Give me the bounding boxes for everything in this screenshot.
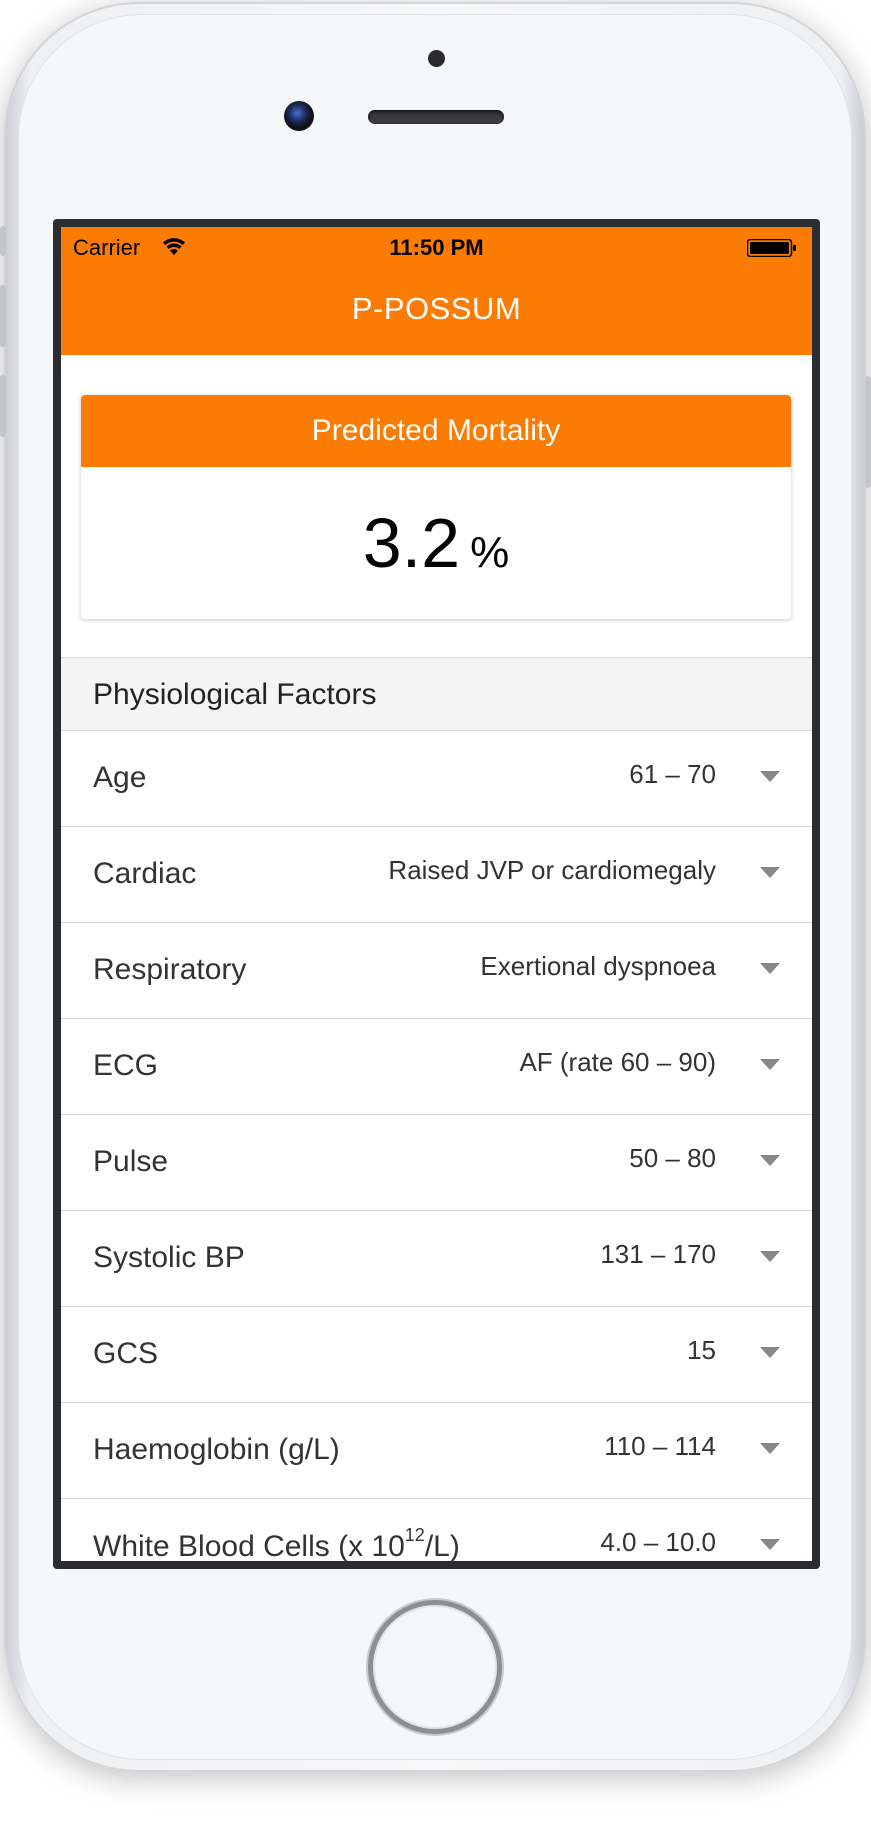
chevron-down-icon: [760, 1155, 780, 1166]
factor-value: Raised JVP or cardiomegaly: [388, 855, 716, 885]
factor-label-prefix: White Blood Cells (x 10: [93, 1530, 405, 1561]
factor-value: Exertional dyspnoea: [480, 951, 716, 981]
factor-row-ecg[interactable]: ECG AF (rate 60 – 90): [61, 1019, 812, 1115]
chevron-down-icon: [760, 1539, 780, 1550]
factor-value: AF (rate 60 – 90): [519, 1047, 716, 1077]
factor-label: Respiratory: [93, 953, 247, 986]
factor-row-cardiac[interactable]: Cardiac Raised JVP or cardiomegaly: [61, 827, 812, 923]
factor-label: GCS: [93, 1337, 159, 1370]
factor-label: Pulse: [93, 1145, 169, 1178]
factor-label: Haemoglobin (g/L): [93, 1433, 340, 1466]
home-button[interactable]: [368, 1600, 502, 1734]
factor-label: White Blood Cells (x 1012/L): [93, 1525, 460, 1561]
main-content[interactable]: Predicted Mortality 3.2% Physiological F…: [61, 355, 812, 1561]
factor-label: ECG: [93, 1049, 159, 1082]
volume-down-button: [0, 375, 6, 437]
factor-value: 110 – 114: [604, 1431, 716, 1461]
factor-label: Age: [93, 761, 147, 794]
app-screen: Carrier 11:50 PM P-POSSUM Predicted Mort…: [61, 227, 812, 1561]
mute-switch: [0, 226, 6, 256]
factor-value: 15: [687, 1335, 716, 1365]
section-header-physiological: Physiological Factors: [61, 657, 812, 731]
factor-row-white-blood-cells[interactable]: White Blood Cells (x 1012/L) 4.0 – 10.0: [61, 1499, 812, 1561]
chevron-down-icon: [760, 1251, 780, 1262]
chevron-down-icon: [760, 771, 780, 782]
status-bar: Carrier 11:50 PM: [61, 227, 812, 267]
factor-label: Cardiac: [93, 857, 197, 890]
factor-value: 4.0 – 10.0: [600, 1527, 716, 1557]
chevron-down-icon: [760, 867, 780, 878]
power-button: [865, 376, 871, 488]
front-camera-icon: [284, 101, 314, 131]
factor-label-suffix: /L): [424, 1530, 460, 1561]
mortality-unit: %: [470, 528, 510, 577]
factor-label: Systolic BP: [93, 1241, 245, 1274]
factor-row-haemoglobin[interactable]: Haemoglobin (g/L) 110 – 114: [61, 1403, 812, 1499]
factor-row-pulse[interactable]: Pulse 50 – 80: [61, 1115, 812, 1211]
factor-label-superscript: 12: [404, 1525, 425, 1545]
chevron-down-icon: [760, 963, 780, 974]
factor-value: 131 – 170: [600, 1239, 716, 1269]
mortality-card-header: Predicted Mortality: [81, 395, 791, 467]
battery-icon: [747, 239, 796, 257]
factor-row-respiratory[interactable]: Respiratory Exertional dyspnoea: [61, 923, 812, 1019]
earpiece-speaker: [368, 110, 504, 124]
mortality-value-container: 3.2%: [81, 467, 791, 619]
nav-title: P-POSSUM: [351, 291, 522, 326]
factor-row-gcs[interactable]: GCS 15: [61, 1307, 812, 1403]
factor-value: 61 – 70: [629, 759, 716, 789]
proximity-sensor: [428, 50, 445, 67]
status-time: 11:50 PM: [389, 235, 484, 260]
section-title: Physiological Factors: [93, 678, 377, 711]
chevron-down-icon: [760, 1059, 780, 1070]
factor-row-systolic-bp[interactable]: Systolic BP 131 – 170: [61, 1211, 812, 1307]
volume-up-button: [0, 285, 6, 347]
mortality-card: Predicted Mortality 3.2%: [81, 395, 791, 619]
physiological-factor-list: Age 61 – 70 Cardiac Raised JVP or cardio…: [61, 731, 812, 1561]
chevron-down-icon: [760, 1347, 780, 1358]
mortality-value: 3.2: [362, 504, 461, 582]
factor-value: 50 – 80: [629, 1143, 716, 1173]
factor-row-age[interactable]: Age 61 – 70: [61, 731, 812, 827]
navigation-bar: P-POSSUM: [61, 267, 812, 355]
chevron-down-icon: [760, 1443, 780, 1454]
